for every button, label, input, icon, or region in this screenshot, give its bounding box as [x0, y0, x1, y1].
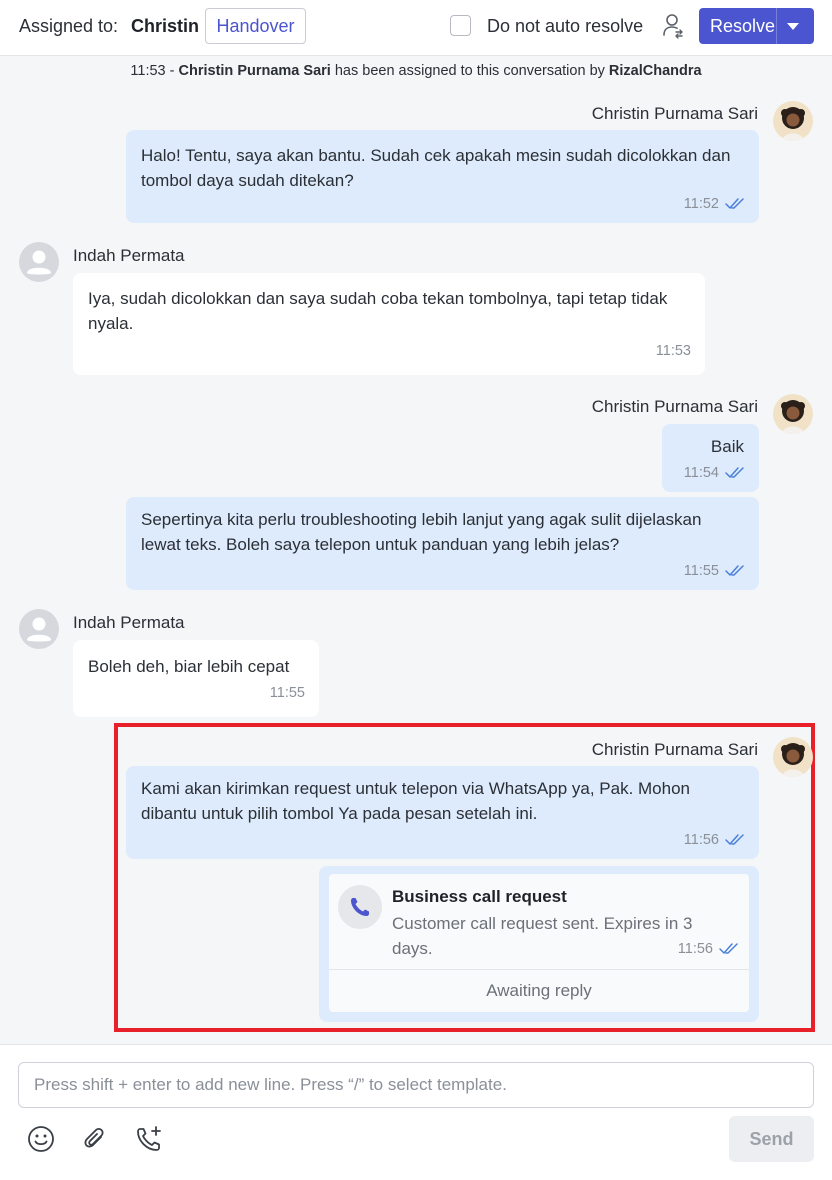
- double-check-icon: [725, 834, 744, 845]
- message-text: Iya, sudah dicolokkan dan saya sudah cob…: [88, 289, 668, 333]
- paperclip-icon[interactable]: [80, 1124, 110, 1154]
- message-meta: 11:52: [684, 195, 745, 213]
- agent-avatar: [773, 737, 813, 777]
- message-meta: 11:55: [684, 562, 745, 580]
- message-bubble: Halo! Tentu, saya akan bantu. Sudah cek …: [126, 130, 759, 223]
- double-check-icon: [725, 198, 744, 209]
- resolve-button[interactable]: Resolve: [699, 8, 814, 44]
- double-check-icon: [719, 943, 738, 954]
- system-assigner: RizalChandra: [608, 63, 702, 79]
- sender-name: Christin Purnama Sari: [591, 740, 758, 759]
- double-check-icon: [725, 565, 744, 576]
- message-time: 11:55: [683, 562, 719, 579]
- awaiting-reply-status: Awaiting reply: [486, 981, 592, 1000]
- sender-name: Christin Purnama Sari: [591, 104, 758, 123]
- chevron-down-icon[interactable]: [787, 23, 799, 30]
- message-time: 11:53: [655, 342, 691, 359]
- system-message: 11:53 - Christin Purnama Sari has been a…: [0, 63, 832, 79]
- message-bubble: Baik 11:54: [662, 424, 759, 492]
- message-bubble: Sepertinya kita perlu troubleshooting le…: [126, 497, 759, 590]
- system-agent-name: Christin Purnama Sari: [178, 63, 331, 79]
- message-text: Halo! Tentu, saya akan bantu. Sudah cek …: [141, 146, 731, 190]
- system-text: has been assigned to this conversation b…: [334, 63, 605, 79]
- phone-icon: [338, 885, 382, 929]
- double-check-icon: [725, 467, 744, 478]
- message-input-box[interactable]: [18, 1062, 814, 1108]
- conversation-header: Assigned to: Christin Handover Do not au…: [0, 0, 832, 56]
- sender-name: Indah Permata: [73, 246, 185, 265]
- resolve-label[interactable]: Resolve: [710, 16, 775, 37]
- message-text: Kami akan kirimkan request untuk telepon…: [141, 779, 691, 823]
- handover-button[interactable]: Handover: [205, 8, 306, 44]
- phone-plus-icon[interactable]: [134, 1124, 164, 1154]
- message-time: 11:54: [683, 464, 719, 481]
- system-time: 11:53: [130, 63, 166, 79]
- assigned-agent-name: Christin: [131, 16, 200, 36]
- message-bubble: Iya, sudah dicolokkan dan saya sudah cob…: [73, 273, 705, 375]
- call-request-meta: 11:56: [678, 941, 739, 957]
- message-meta: 11:53: [656, 342, 691, 360]
- call-request-message: Business call request Customer call requ…: [319, 866, 759, 1022]
- message-time: 11:56: [683, 831, 719, 848]
- customer-avatar: [19, 609, 59, 649]
- user-switch-icon[interactable]: [662, 13, 684, 39]
- message-meta: 11:56: [684, 831, 745, 849]
- message-bubble: Boleh deh, biar lebih cepat 11:55: [73, 640, 319, 717]
- message-time: 11:55: [269, 684, 305, 701]
- message-meta: 11:54: [684, 464, 745, 482]
- send-button[interactable]: Send: [729, 1116, 814, 1162]
- emoji-icon[interactable]: [26, 1124, 56, 1154]
- message-text: Boleh deh, biar lebih cepat: [88, 657, 290, 676]
- auto-resolve-checkbox[interactable]: [450, 15, 471, 36]
- message-text: Baik: [710, 437, 744, 456]
- message-time: 11:52: [683, 195, 719, 212]
- agent-avatar: [773, 101, 813, 141]
- call-request-card: Business call request Customer call requ…: [329, 874, 749, 1012]
- sender-name: Christin Purnama Sari: [591, 397, 758, 416]
- assigned-to-label: Assigned to:: [19, 16, 119, 36]
- sender-name: Indah Permata: [73, 613, 185, 632]
- agent-avatar: [773, 394, 813, 434]
- message-input[interactable]: [19, 1063, 813, 1107]
- message-text: Sepertinya kita perlu troubleshooting le…: [141, 510, 702, 554]
- call-request-time: 11:56: [677, 941, 713, 957]
- auto-resolve-label[interactable]: Do not auto resolve: [487, 16, 643, 37]
- system-separator: -: [169, 63, 175, 79]
- message-meta: 11:55: [270, 684, 305, 702]
- resolve-divider: [776, 8, 777, 44]
- message-bubble: Kami akan kirimkan request untuk telepon…: [126, 766, 759, 859]
- call-request-title: Business call request: [392, 887, 567, 906]
- customer-avatar: [19, 242, 59, 282]
- message-composer: Send: [0, 1044, 832, 1180]
